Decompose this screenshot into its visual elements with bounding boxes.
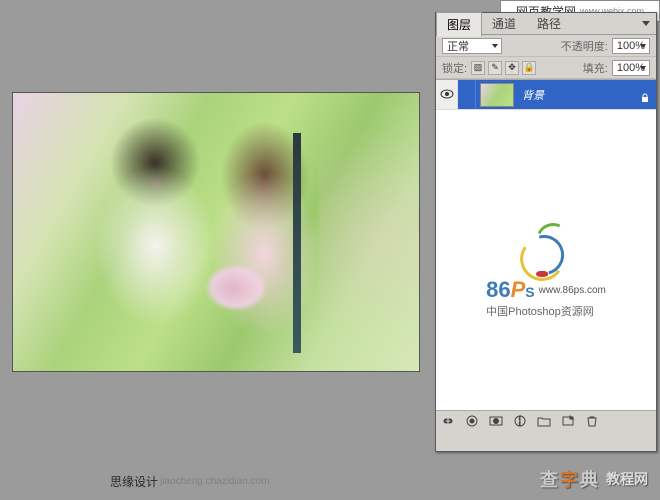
- panel-tabs: 图层 通道 路径: [436, 13, 656, 35]
- trash-icon[interactable]: [584, 414, 600, 428]
- panel-bottom-toolbar: [436, 411, 656, 431]
- mask-icon[interactable]: [488, 414, 504, 428]
- bottom-watermark-left: 思缘设计 jiaocheng.chazidian.com: [110, 473, 270, 490]
- blend-mode-value: 正常: [447, 38, 469, 54]
- fx-icon[interactable]: [464, 414, 480, 428]
- eye-icon: [440, 86, 454, 104]
- layers-list: 背景 86PS www.86ps.com 中国Photoshop资源网: [436, 79, 656, 411]
- tab-layers[interactable]: 图层: [436, 12, 482, 37]
- blend-opacity-row: 正常 不透明度: 100%: [436, 35, 656, 57]
- panel-menu-icon[interactable]: [636, 21, 656, 26]
- new-layer-icon[interactable]: [560, 414, 576, 428]
- group-icon[interactable]: [536, 414, 552, 428]
- lock-label: 锁定:: [442, 60, 467, 76]
- layer-name[interactable]: 背景: [522, 87, 544, 103]
- layers-panel: 图层 通道 路径 正常 不透明度: 100% 锁定: ▨ ✎ ✥ 🔒 填充: 1…: [435, 12, 657, 452]
- adjustment-icon[interactable]: [512, 414, 528, 428]
- lock-icon: [640, 90, 650, 100]
- opacity-label: 不透明度:: [561, 38, 608, 54]
- tab-channels[interactable]: 通道: [482, 12, 527, 35]
- logo-swirl-icon: [516, 223, 576, 283]
- fill-value: 100%: [617, 62, 645, 74]
- tab-paths[interactable]: 路径: [527, 12, 572, 35]
- lock-all-icon[interactable]: 🔒: [522, 61, 536, 75]
- watermark-86ps-subtitle: 中国Photoshop资源网: [486, 303, 606, 319]
- bottom-left-sub: jiaocheng.chazidian.com: [160, 476, 270, 487]
- layer-row[interactable]: 背景: [436, 80, 656, 110]
- bottom-right-sub: 教程网: [606, 469, 648, 489]
- watermark-86ps-name: 86PS: [486, 277, 535, 303]
- layer-thumbnail[interactable]: [480, 83, 514, 107]
- bottom-left-text: 思缘设计: [110, 473, 158, 490]
- layer-visibility-toggle[interactable]: [436, 80, 458, 109]
- lock-position-icon[interactable]: ✥: [505, 61, 519, 75]
- opacity-input[interactable]: 100%: [612, 38, 650, 54]
- photo-content: [13, 93, 419, 371]
- fill-input[interactable]: 100%: [612, 60, 650, 76]
- lock-fill-row: 锁定: ▨ ✎ ✥ 🔒 填充: 100%: [436, 57, 656, 79]
- fill-label: 填充:: [583, 60, 608, 76]
- watermark-86ps: 86PS www.86ps.com 中国Photoshop资源网: [486, 223, 606, 319]
- layer-link-col[interactable]: [458, 80, 476, 109]
- lock-transparent-icon[interactable]: ▨: [471, 61, 485, 75]
- opacity-value: 100%: [617, 40, 645, 52]
- bottom-right-text: 查字典: [540, 466, 600, 492]
- watermark-86ps-url: www.86ps.com: [539, 285, 606, 296]
- lock-icons-group: ▨ ✎ ✥ 🔒: [471, 61, 536, 75]
- link-layers-icon[interactable]: [440, 414, 456, 428]
- bottom-watermark-right: 查字典 教程网: [540, 466, 648, 492]
- document-canvas[interactable]: [12, 92, 420, 372]
- lock-pixels-icon[interactable]: ✎: [488, 61, 502, 75]
- blend-mode-select[interactable]: 正常: [442, 38, 502, 54]
